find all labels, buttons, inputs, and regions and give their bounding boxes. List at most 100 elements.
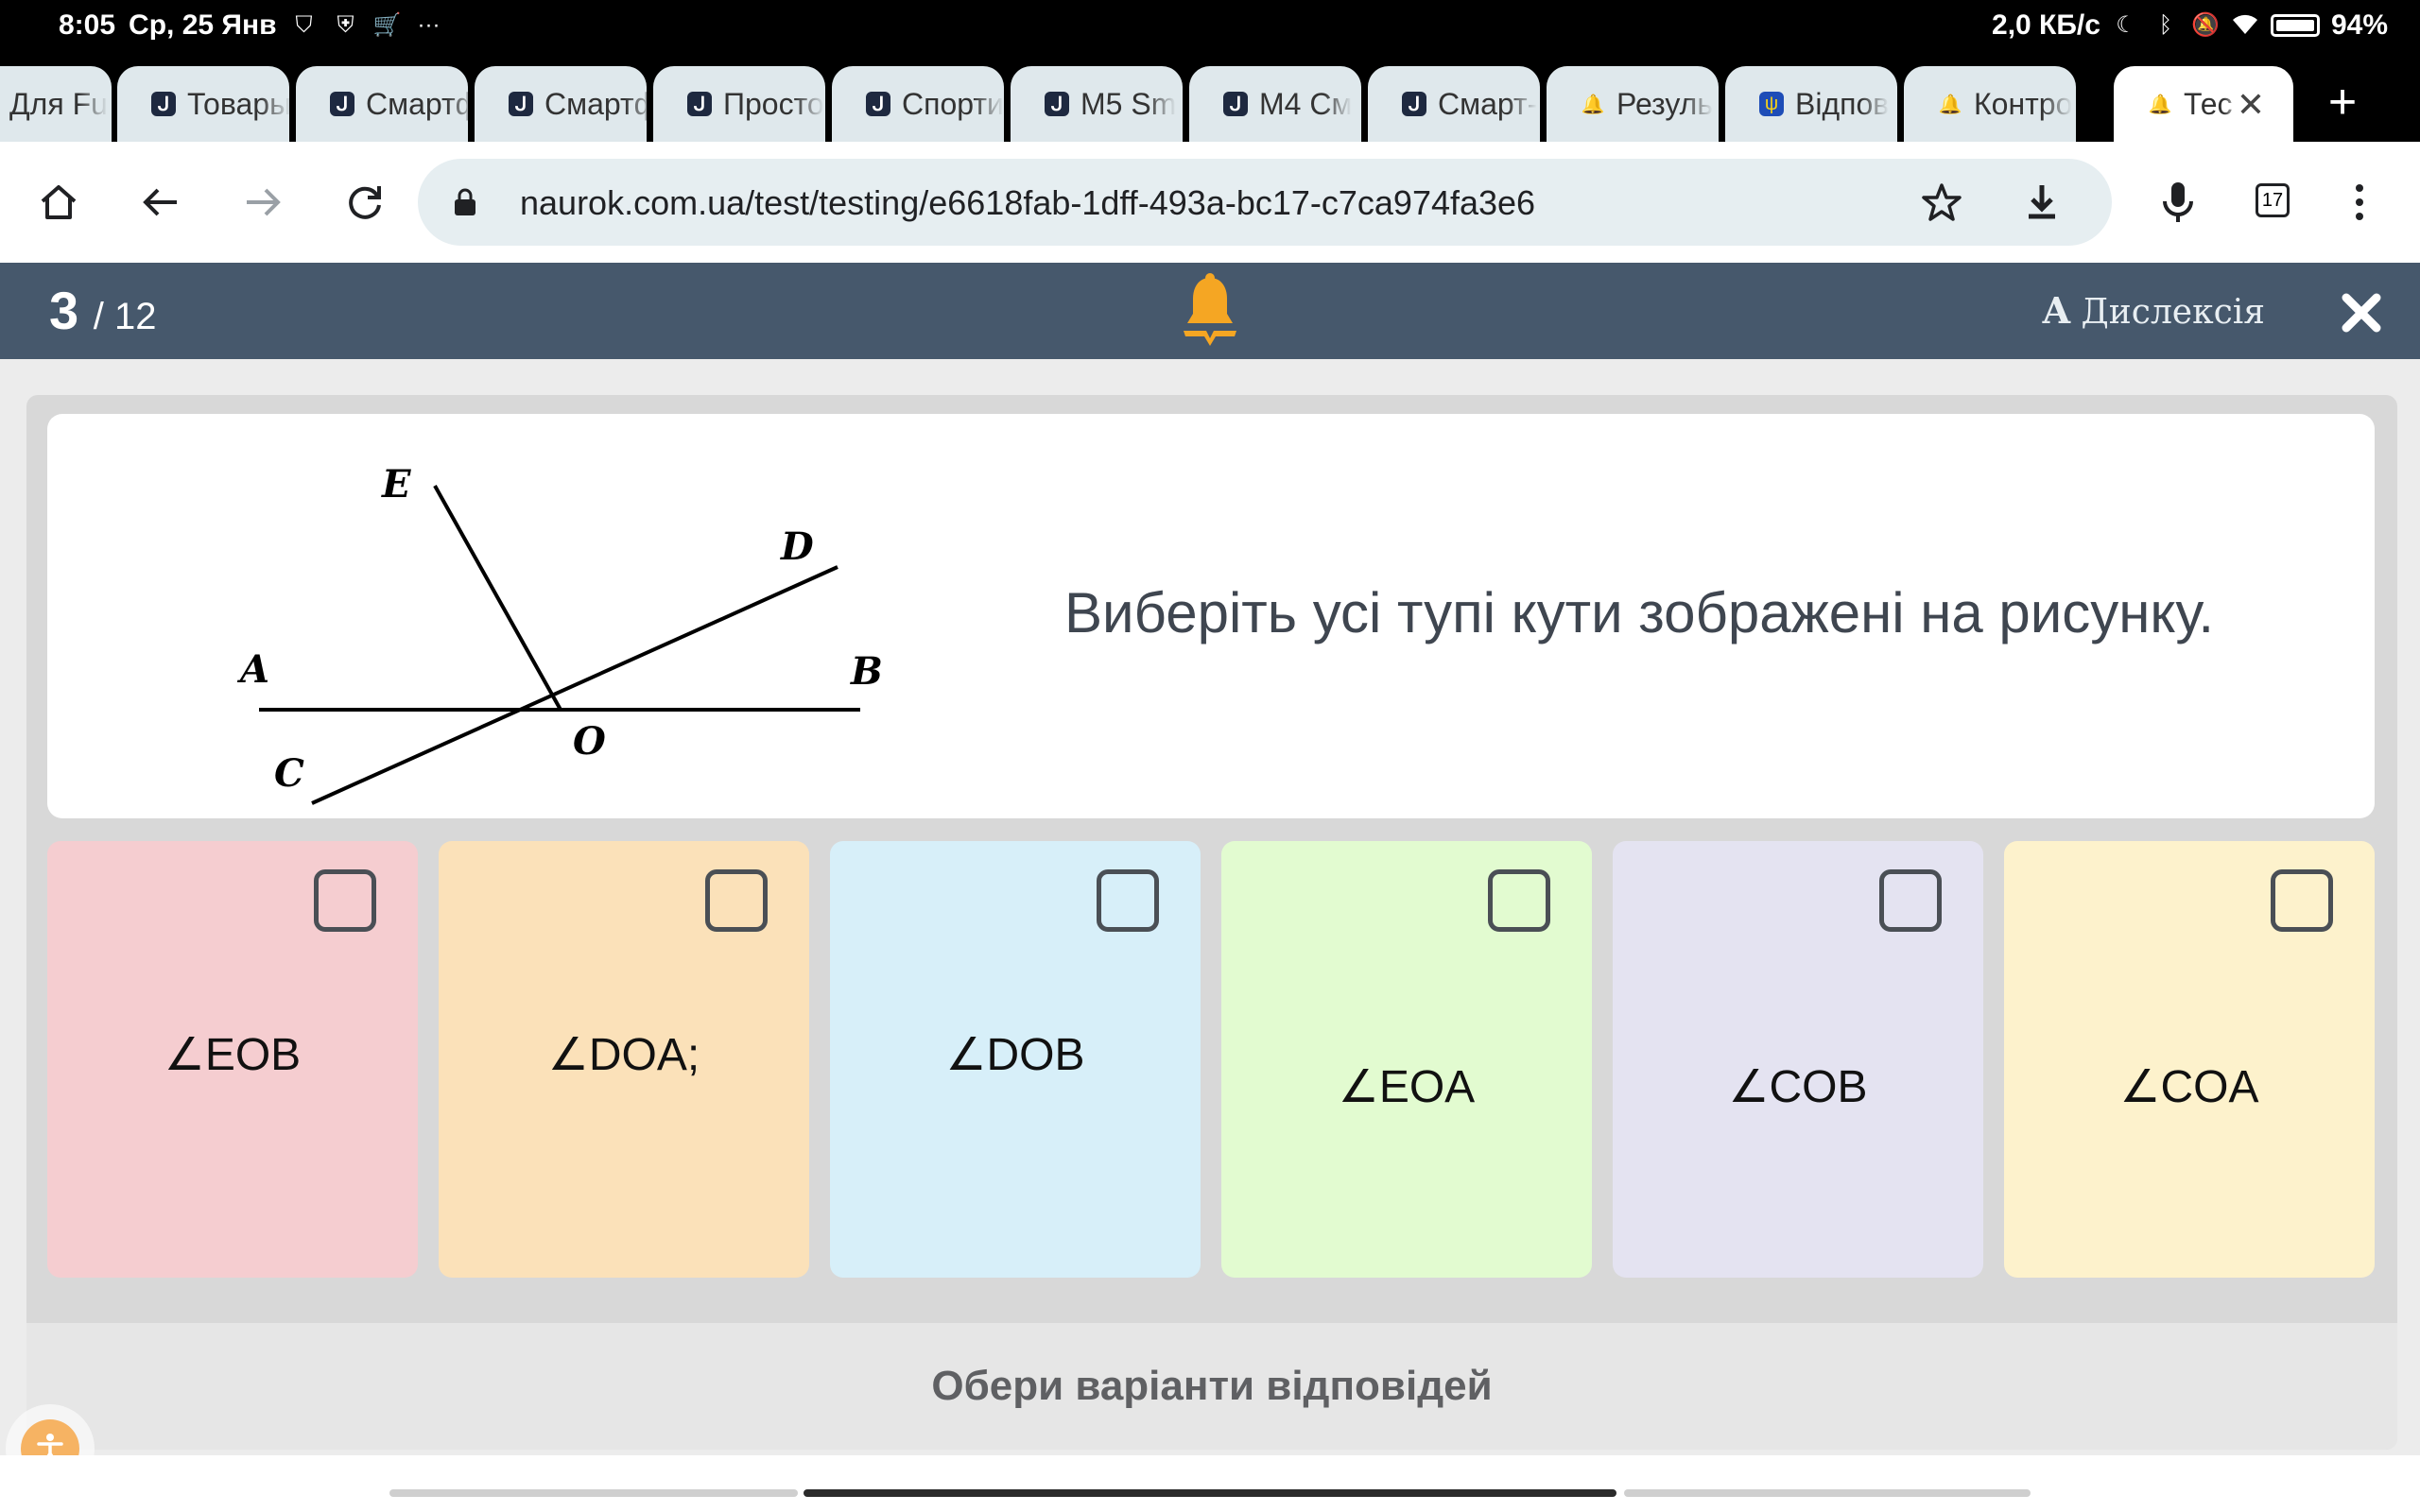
tab-switcher-button[interactable]: 17 [2256, 183, 2290, 217]
bell-icon [1184, 273, 1236, 346]
answer-option[interactable]: ∠DOB [830, 841, 1201, 1278]
reload-icon [349, 186, 381, 219]
option-label: ∠EOA [1338, 1062, 1476, 1112]
voice-search-button[interactable] [2150, 174, 2206, 231]
browser-tab[interactable]: 🔔 Резуль [1547, 66, 1719, 142]
tab-title: M4 См [1259, 86, 1353, 121]
option-label: ∠COA [2119, 1062, 2259, 1112]
cart-icon: 🛒 [372, 12, 402, 38]
close-quiz-button[interactable] [2341, 282, 2382, 347]
answer-option[interactable]: ∠EOB [47, 841, 418, 1278]
browser-tab[interactable]: ᒍ Спорти [832, 66, 1004, 142]
bell-favicon-icon: 🔔 [1581, 94, 1605, 115]
reload-button[interactable] [337, 174, 393, 231]
angles-figure: E D A B O C [236, 462, 883, 805]
option-label: ∠EOB [164, 1030, 302, 1080]
browser-tab[interactable]: ᒍ Товары [117, 66, 289, 142]
figure-label-e: E [381, 462, 411, 507]
browser-tab[interactable]: ᒍ M5 Sm [1011, 66, 1183, 142]
forward-button[interactable] [234, 174, 291, 231]
option-label: ∠COB [1728, 1062, 1868, 1112]
download-icon[interactable] [2014, 174, 2070, 231]
tab-title: Для Fu [9, 86, 108, 121]
dyslexia-label: Дислексія [2081, 293, 2265, 332]
bell-favicon-icon: 🔔 [1938, 94, 1962, 115]
option-checkbox[interactable] [1097, 869, 1159, 932]
tab-title: Смарт- [1438, 86, 1538, 121]
home-icon [41, 185, 77, 219]
nav-segment [389, 1489, 798, 1497]
trident-favicon-icon: ψ [1759, 92, 1784, 116]
new-tab-button[interactable]: + [2314, 74, 2371, 130]
browser-toolbar: naurok.com.ua/test/testing/e6618fab-1dff… [0, 142, 2420, 263]
dyslexia-letter-icon: A [2042, 289, 2071, 332]
nav-segment [1624, 1489, 2031, 1497]
bluetooth-icon: ᛒ [2158, 12, 2173, 38]
answer-option[interactable]: ∠COA [2004, 841, 2375, 1278]
status-bar: 8:05 Ср, 25 Янв ⛉ ⛨ 🛒 ··· 2,0 КБ/с ☾ ᛒ 🔕… [0, 0, 2420, 57]
system-navigation-bar [0, 1455, 2420, 1512]
naurok-favicon-icon: ᒍ [1402, 92, 1426, 116]
naurok-favicon-icon: ᒍ [1223, 92, 1248, 116]
option-checkbox[interactable] [705, 869, 768, 932]
browser-tab[interactable]: ᒍ Для Fu [0, 66, 112, 142]
tab-title: Смартф [366, 86, 468, 121]
question-text: Виберіть усі тупі кути зображені на рису… [1064, 581, 2214, 644]
browser-tab[interactable]: 🔔 Контро [1904, 66, 2076, 142]
total-questions: / 12 [93, 296, 157, 337]
moon-icon: ☾ [2116, 12, 2136, 38]
answer-option[interactable]: ∠COB [1613, 841, 1983, 1278]
close-tab-icon[interactable]: ✕ [2237, 85, 2265, 125]
back-button[interactable] [132, 174, 189, 231]
tab-title: M5 Sm [1080, 86, 1177, 121]
naurok-favicon-icon: ᒍ [330, 92, 354, 116]
lock-icon [455, 188, 475, 215]
browser-tab[interactable]: ᒍ M4 См [1189, 66, 1361, 142]
figure-label-d: D [780, 524, 814, 569]
tab-title: Смартф [544, 86, 647, 121]
option-checkbox[interactable] [1488, 869, 1550, 932]
browser-tab[interactable]: ᒍ Смарт- [1368, 66, 1540, 142]
naurok-favicon-icon: ᒍ [151, 92, 176, 116]
answer-hint-bar: Обери варіанти відповідей [26, 1323, 2397, 1450]
figure-label-b: B [850, 649, 883, 694]
arrow-right-icon [247, 188, 281, 216]
naurok-favicon-icon: ᒍ [687, 92, 712, 116]
current-question-number: 3 [49, 281, 79, 340]
tab-title: Резуль [1616, 86, 1713, 121]
bookmark-star-icon[interactable] [1913, 174, 1970, 231]
answer-option[interactable]: ∠EOA [1221, 841, 1592, 1278]
tab-strip: ᒍ Для Fu ᒍ Товары ᒍ Смартф ᒍ Смартф ᒍ Пр… [0, 57, 2420, 142]
option-label: ∠DOB [945, 1030, 1085, 1080]
arrow-left-icon [143, 188, 177, 216]
battery-icon [2270, 14, 2320, 37]
quiz-header: 3 / 12 A Дислексія [0, 263, 2420, 359]
line-cd [311, 565, 838, 805]
browser-tab-active[interactable]: 🔔 Тес ✕ [2114, 66, 2293, 142]
browser-tab[interactable]: ᒍ Просто [653, 66, 825, 142]
net-speed: 2,0 КБ/с [1992, 9, 2100, 41]
address-bar[interactable]: naurok.com.ua/test/testing/e6618fab-1dff… [418, 159, 2112, 246]
browser-tab[interactable]: ψ Відпов [1725, 66, 1897, 142]
tab-title: Просто [723, 86, 824, 121]
home-button[interactable] [30, 174, 87, 231]
tab-title: Товары [187, 86, 289, 121]
microphone-icon [2163, 182, 2193, 222]
figure-label-o: O [573, 719, 606, 764]
option-checkbox[interactable] [1879, 869, 1942, 932]
shield-icon: ⛨ [337, 12, 354, 38]
browser-tab[interactable]: ᒍ Смартф [475, 66, 647, 142]
vpn-icon: ⛉ [295, 12, 313, 38]
option-checkbox[interactable] [2271, 869, 2333, 932]
menu-button[interactable] [2331, 174, 2388, 231]
browser-tab[interactable]: ᒍ Смартф [296, 66, 468, 142]
naurok-favicon-icon: ᒍ [866, 92, 890, 116]
gesture-handle[interactable] [804, 1489, 1616, 1497]
option-checkbox[interactable] [314, 869, 376, 932]
dyslexia-toggle[interactable]: A Дислексія [2043, 289, 2265, 332]
answer-option[interactable]: ∠DOA; [439, 841, 809, 1278]
tab-title: Тес [2184, 86, 2233, 121]
battery-level: 94% [2330, 9, 2388, 41]
status-time: 8:05 [59, 9, 116, 41]
status-date: Ср, 25 Янв [129, 9, 277, 41]
